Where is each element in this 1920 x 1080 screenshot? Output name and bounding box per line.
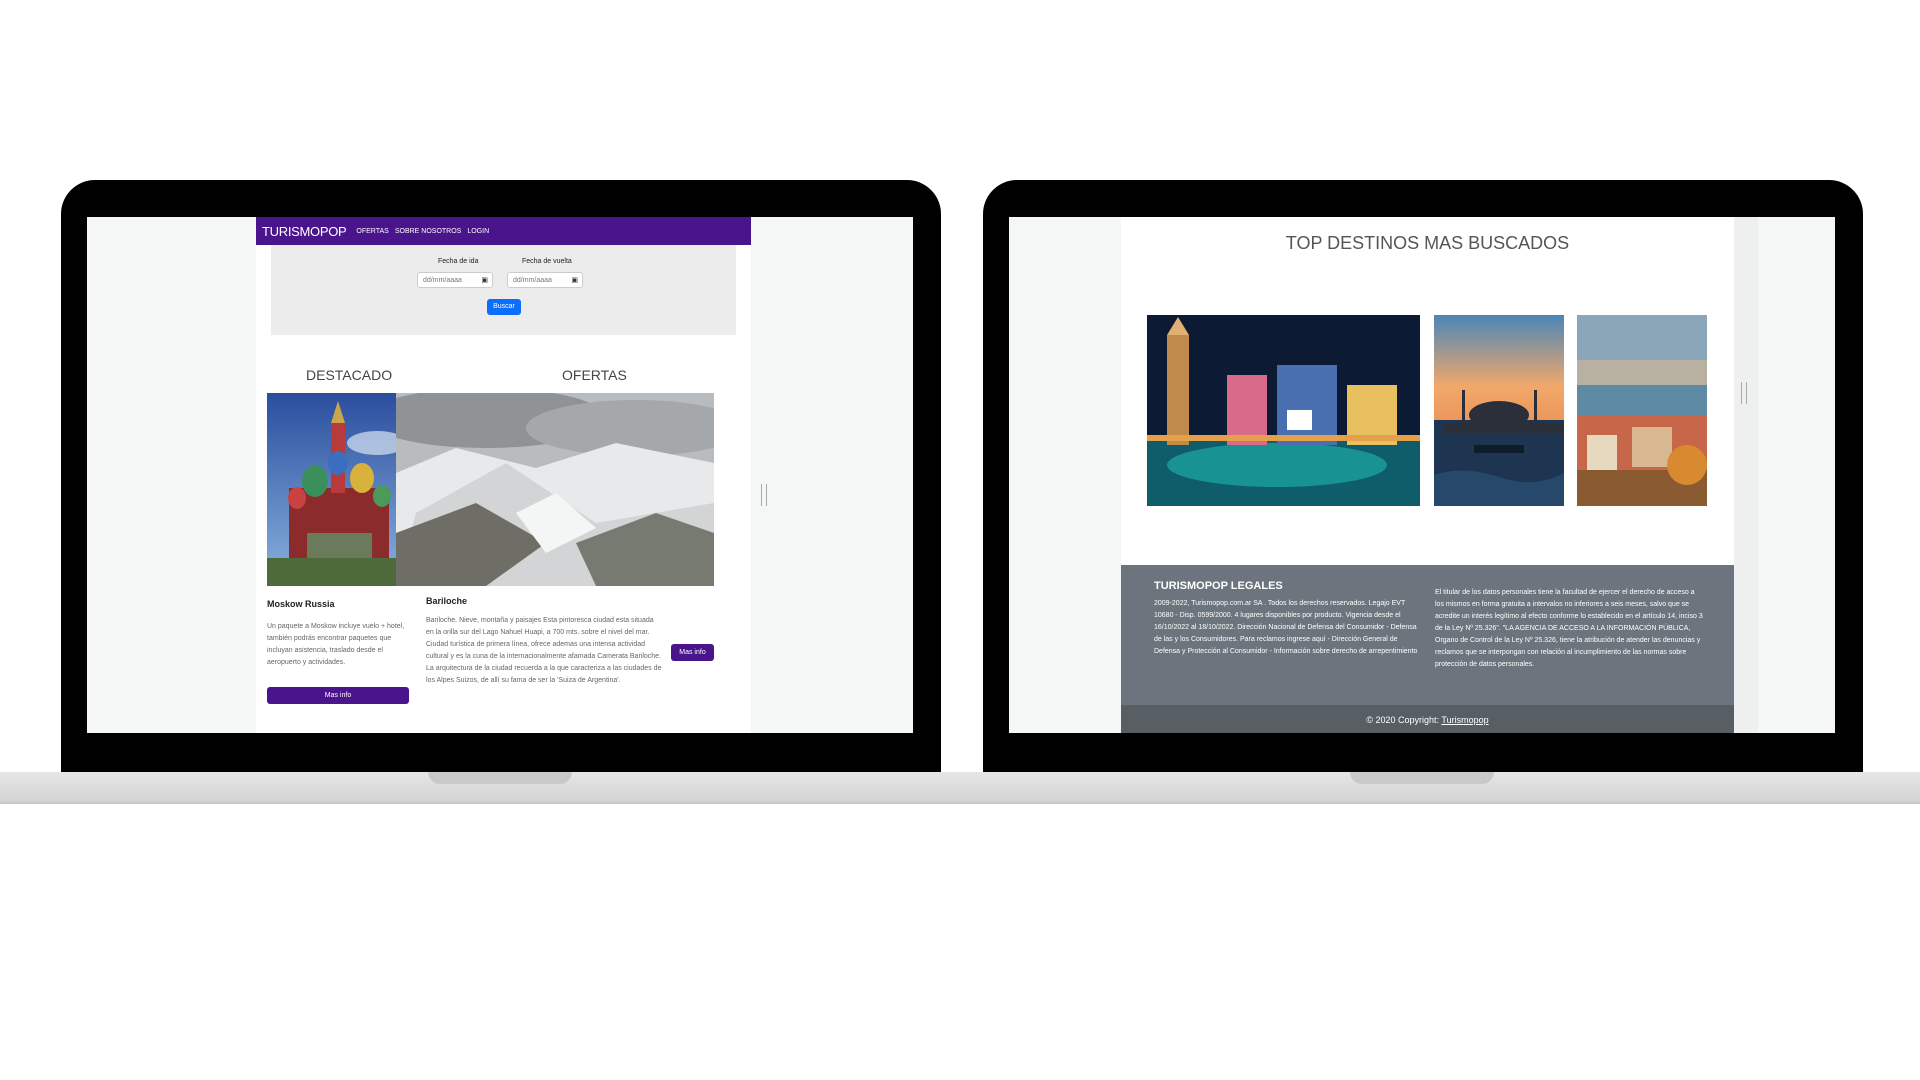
laptop-notch bbox=[428, 772, 572, 784]
laptop-base bbox=[0, 772, 1920, 804]
scroll-handle[interactable] bbox=[1741, 382, 1747, 404]
fecha-ida-label: Fecha de ida bbox=[438, 258, 479, 265]
destacado-title: DESTACADO bbox=[306, 367, 393, 383]
bariloche-mas-info-button[interactable]: Mas info bbox=[671, 644, 714, 661]
laptop-left: TURISMOPOP OFERTAS SOBRE NOSOTROS LOGIN … bbox=[61, 180, 941, 772]
footer-title: TURISMOPOP LEGALES bbox=[1154, 580, 1283, 592]
navbar: TURISMOPOP OFERTAS SOBRE NOSOTROS LOGIN bbox=[256, 217, 751, 245]
laptop-notch bbox=[1350, 772, 1494, 784]
brand-logo[interactable]: TURISMOPOP bbox=[262, 224, 347, 239]
fecha-vuelta-input[interactable]: dd/mm/aaaa ▣ bbox=[507, 272, 583, 288]
fecha-ida-input[interactable]: dd/mm/aaaa ▣ bbox=[417, 272, 493, 288]
site-page: TOP DESTINOS MAS BUSCADOS TURISMOPOP LEG… bbox=[1121, 217, 1734, 733]
moskow-mas-info-button[interactable]: Mas info bbox=[267, 687, 409, 704]
moskow-image bbox=[267, 393, 412, 586]
top-destinos-title: TOP DESTINOS MAS BUSCADOS bbox=[1285, 233, 1570, 253]
destino-image-estambul[interactable] bbox=[1434, 315, 1564, 506]
nav-link-login[interactable]: LOGIN bbox=[467, 228, 489, 235]
footer-privacy-text: El titular de los datos personales tiene… bbox=[1435, 589, 1703, 668]
scroll-handle[interactable] bbox=[761, 484, 767, 506]
search-form: Fecha de ida Fecha de vuelta dd/mm/aaaa … bbox=[271, 245, 736, 335]
footer-legal-text: 2009-2022, Turismopop.com.ar SA . Todos … bbox=[1154, 600, 1418, 655]
screen-right: TOP DESTINOS MAS BUSCADOS TURISMOPOP LEG… bbox=[1009, 217, 1835, 733]
destino-image-budapest[interactable] bbox=[1577, 315, 1707, 506]
copyright-bar: © 2020 Copyright: Turismopop bbox=[1121, 705, 1734, 733]
fecha-vuelta-label: Fecha de vuelta bbox=[522, 258, 572, 265]
calendar-icon[interactable]: ▣ bbox=[571, 273, 578, 289]
calendar-icon[interactable]: ▣ bbox=[481, 273, 488, 289]
ofertas-title: OFERTAS bbox=[562, 367, 627, 383]
bariloche-card-text: Bariloche. Nieve, montaña y paisajes Est… bbox=[426, 617, 662, 684]
footer: TURISMOPOP LEGALES 2009-2022, Turismopop… bbox=[1121, 565, 1734, 705]
site-page: TURISMOPOP OFERTAS SOBRE NOSOTROS LOGIN … bbox=[256, 217, 751, 733]
bariloche-image bbox=[396, 393, 714, 586]
bariloche-card-title: Bariloche bbox=[426, 596, 468, 606]
nav-link-ofertas[interactable]: OFERTAS bbox=[356, 228, 388, 235]
side-gutter bbox=[1734, 217, 1758, 733]
fecha-vuelta-placeholder: dd/mm/aaaa bbox=[513, 277, 552, 284]
screen-left: TURISMOPOP OFERTAS SOBRE NOSOTROS LOGIN … bbox=[87, 217, 913, 733]
moskow-card-text: Un paquete a Moskow incluye vuelo + hote… bbox=[267, 623, 405, 666]
destino-image-las-vegas[interactable] bbox=[1147, 315, 1420, 506]
nav-link-sobre-nosotros[interactable]: SOBRE NOSOTROS bbox=[395, 228, 462, 235]
copyright-link[interactable]: Turismopop bbox=[1441, 715, 1488, 725]
laptop-right: TOP DESTINOS MAS BUSCADOS TURISMOPOP LEG… bbox=[983, 180, 1863, 772]
buscar-button[interactable]: Buscar bbox=[487, 299, 521, 315]
fecha-ida-placeholder: dd/mm/aaaa bbox=[423, 277, 462, 284]
moskow-card-title: Moskow Russia bbox=[267, 599, 335, 609]
copyright-text: © 2020 Copyright: bbox=[1366, 715, 1440, 725]
